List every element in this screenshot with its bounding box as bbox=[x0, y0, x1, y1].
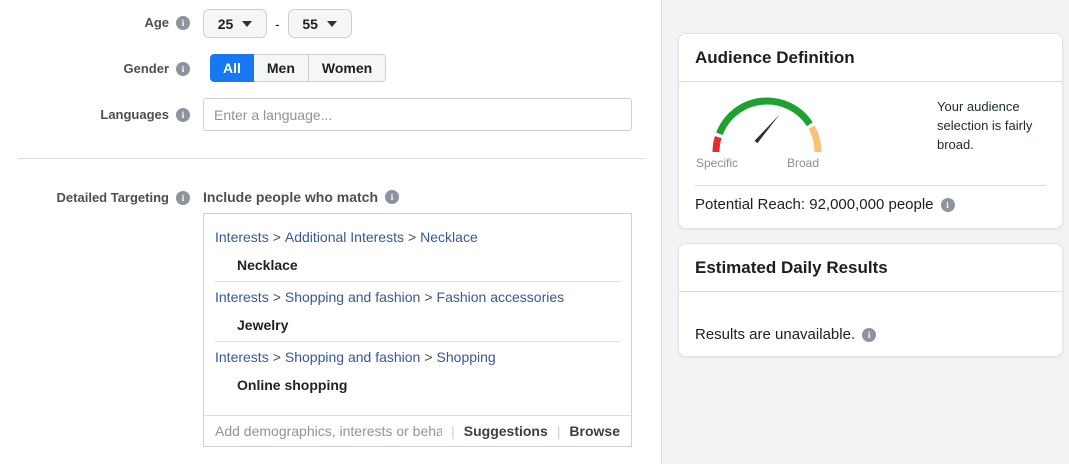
gender-men-button[interactable]: Men bbox=[254, 54, 309, 82]
breadcrumb: Interests>Shopping and fashion>Shopping bbox=[215, 349, 620, 366]
section-divider bbox=[18, 158, 645, 159]
info-icon[interactable]: i bbox=[176, 62, 190, 76]
card-divider bbox=[695, 185, 1046, 186]
breadcrumb-link[interactable]: Fashion accessories bbox=[437, 289, 565, 305]
gender-all-button[interactable]: All bbox=[210, 54, 254, 82]
breadcrumb-link[interactable]: Necklace bbox=[420, 229, 478, 245]
breadcrumb-link[interactable]: Additional Interests bbox=[285, 229, 404, 245]
gauge-mid-segment bbox=[719, 101, 809, 134]
breadcrumb-link[interactable]: Shopping bbox=[437, 349, 496, 365]
gauge-needle-icon bbox=[755, 114, 780, 143]
gauge-specific-segment bbox=[716, 137, 718, 152]
estimated-daily-results-title: Estimated Daily Results bbox=[695, 258, 1046, 278]
right-panel: Audience Definition Specific Broad Your … bbox=[661, 0, 1069, 464]
results-unavailable-line: Results are unavailable. i bbox=[695, 326, 1046, 343]
age-max-value: 55 bbox=[302, 16, 318, 32]
targeting-entry-name: Necklace bbox=[215, 257, 620, 274]
breadcrumb-separator: > bbox=[273, 229, 281, 245]
detailed-targeting-label-row: Detailed Targeting i bbox=[0, 190, 190, 205]
breadcrumb: Interests>Additional Interests>Necklace bbox=[215, 229, 620, 246]
include-people-label: Include people who match i bbox=[203, 189, 399, 205]
estimated-daily-results-header: Estimated Daily Results bbox=[679, 244, 1062, 292]
detailed-targeting-label: Detailed Targeting bbox=[57, 190, 169, 205]
age-range-separator: - bbox=[275, 16, 280, 32]
breadcrumb-link[interactable]: Interests bbox=[215, 349, 269, 365]
suggestions-button[interactable]: Suggestions bbox=[464, 423, 548, 439]
info-icon[interactable]: i bbox=[862, 328, 876, 342]
targeting-entry: Interests>Shopping and fashion>Shopping … bbox=[215, 342, 620, 401]
audience-definition-card: Audience Definition Specific Broad Your … bbox=[678, 33, 1063, 229]
gender-segmented-control: All Men Women bbox=[210, 54, 386, 82]
breadcrumb-link[interactable]: Shopping and fashion bbox=[285, 349, 420, 365]
targeting-entry-name: Jewelry bbox=[215, 317, 620, 334]
potential-reach-line: Potential Reach: 92,000,000 people i bbox=[695, 196, 955, 213]
targeting-entry: Interests>Shopping and fashion>Fashion a… bbox=[215, 282, 620, 342]
audience-gauge bbox=[702, 88, 832, 166]
audience-definition-header: Audience Definition bbox=[679, 34, 1062, 82]
info-icon[interactable]: i bbox=[176, 16, 190, 30]
breadcrumb: Interests>Shopping and fashion>Fashion a… bbox=[215, 289, 620, 306]
info-icon[interactable]: i bbox=[385, 190, 399, 204]
include-people-text: Include people who match bbox=[203, 189, 378, 205]
age-min-dropdown[interactable]: 25 bbox=[203, 9, 267, 38]
chevron-down-icon bbox=[327, 21, 337, 27]
estimated-daily-results-body: Results are unavailable. i bbox=[679, 292, 1062, 359]
gauge-broad-label: Broad bbox=[787, 156, 819, 170]
footer-separator: | bbox=[451, 423, 455, 439]
breadcrumb-link[interactable]: Shopping and fashion bbox=[285, 289, 420, 305]
breadcrumb-separator: > bbox=[408, 229, 416, 245]
languages-label-row: Languages i bbox=[0, 107, 190, 122]
targeting-entry-name: Online shopping bbox=[215, 377, 620, 394]
breadcrumb-link[interactable]: Interests bbox=[215, 289, 269, 305]
languages-input[interactable] bbox=[203, 98, 632, 131]
gauge-specific-label: Specific bbox=[696, 156, 738, 170]
breadcrumb-separator: > bbox=[273, 349, 281, 365]
estimated-daily-results-card: Estimated Daily Results Results are unav… bbox=[678, 243, 1063, 357]
breadcrumb-separator: > bbox=[424, 349, 432, 365]
breadcrumb-separator: > bbox=[424, 289, 432, 305]
languages-label: Languages bbox=[100, 107, 169, 122]
breadcrumb-link[interactable]: Interests bbox=[215, 229, 269, 245]
age-controls: 25 - 55 bbox=[203, 9, 352, 38]
gauge-broad-segment bbox=[812, 127, 818, 152]
potential-reach-text: Potential Reach: 92,000,000 people bbox=[695, 196, 934, 213]
gender-women-button[interactable]: Women bbox=[309, 54, 386, 82]
breadcrumb-separator: > bbox=[273, 289, 281, 305]
age-label-row: Age i bbox=[0, 15, 190, 30]
info-icon[interactable]: i bbox=[176, 191, 190, 205]
targeting-footer: | Suggestions | Browse bbox=[204, 415, 631, 446]
age-label: Age bbox=[144, 15, 169, 30]
chevron-down-icon bbox=[242, 21, 252, 27]
age-min-value: 25 bbox=[218, 16, 234, 32]
gender-label-row: Gender i bbox=[0, 61, 190, 76]
detailed-targeting-box: Interests>Additional Interests>Necklace … bbox=[203, 213, 632, 447]
audience-definition-title: Audience Definition bbox=[695, 48, 1046, 68]
info-icon[interactable]: i bbox=[176, 108, 190, 122]
gender-label: Gender bbox=[123, 61, 169, 76]
age-max-dropdown[interactable]: 55 bbox=[288, 9, 352, 38]
ad-targeting-screen: Age i 25 - 55 Gender i All Men Women L bbox=[0, 0, 1069, 464]
footer-separator: | bbox=[557, 423, 561, 439]
audience-definition-body: Specific Broad Your audience selection i… bbox=[679, 82, 1062, 230]
audience-message: Your audience selection is fairly broad. bbox=[937, 98, 1053, 155]
targeting-entry: Interests>Additional Interests>Necklace … bbox=[215, 214, 620, 282]
add-targeting-input[interactable] bbox=[215, 423, 442, 439]
browse-button[interactable]: Browse bbox=[569, 423, 620, 439]
results-unavailable-text: Results are unavailable. bbox=[695, 326, 855, 343]
info-icon[interactable]: i bbox=[941, 198, 955, 212]
